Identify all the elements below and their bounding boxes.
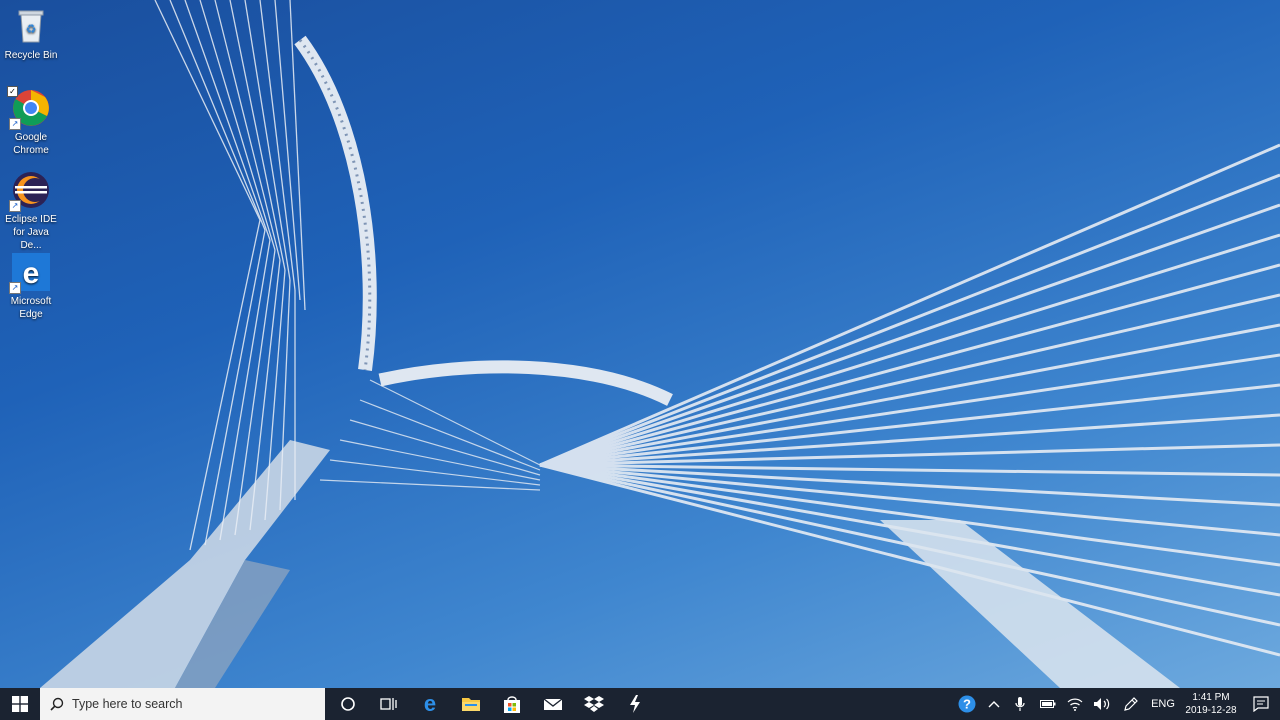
clock-time: 1:41 PM (1192, 692, 1230, 703)
clock-date: 2019-12-28 (1185, 705, 1237, 716)
recycle-bin-icon: ♻ (11, 6, 51, 46)
network-button[interactable] (1062, 688, 1088, 720)
start-button[interactable] (0, 688, 40, 720)
pen-workspace-button[interactable] (1116, 688, 1146, 720)
checkbox-icon[interactable]: ✓ (7, 86, 18, 97)
taskbar-mail-button[interactable] (532, 688, 573, 720)
svg-text:♻: ♻ (26, 22, 37, 36)
lightning-app-icon (629, 695, 640, 713)
mail-icon (543, 698, 562, 710)
taskbar-edge-button[interactable]: e (409, 688, 450, 720)
help-button[interactable]: ? (952, 688, 982, 720)
desktop-wallpaper (0, 0, 1280, 688)
svg-text:e: e (23, 257, 40, 290)
desktop-icon-label: Eclipse IDE for Java De... (5, 214, 57, 251)
edge-icon: e ↗ (9, 252, 51, 294)
task-view-button[interactable] (368, 688, 409, 720)
desktop-icon-microsoft-edge[interactable]: e ↗ Microsoft Edge (2, 250, 60, 321)
language-indicator[interactable]: ENG (1146, 688, 1180, 720)
help-icon: ? (958, 695, 976, 713)
search-placeholder: Type here to search (72, 697, 183, 711)
dropbox-icon (583, 696, 604, 712)
desktop-icon-label: Google Chrome (13, 132, 49, 156)
taskbar-store-button[interactable] (491, 688, 532, 720)
shortcut-arrow-icon: ↗ (9, 200, 21, 212)
microphone-icon (1015, 697, 1025, 711)
svg-text:e: e (423, 694, 435, 714)
chrome-icon: ✓ ↗ (7, 86, 51, 130)
clock[interactable]: 1:41 PM 2019-12-28 (1180, 688, 1242, 720)
speaker-icon (1094, 698, 1110, 710)
store-icon (503, 696, 520, 713)
desktop-icon-eclipse[interactable]: ↗ Eclipse IDE for Java De... (2, 168, 60, 252)
desktop-icon-label: Recycle Bin (4, 50, 58, 61)
task-view-icon (379, 698, 397, 710)
taskbar-lightning-app-button[interactable] (614, 688, 655, 720)
battery-button[interactable] (1034, 688, 1062, 720)
system-tray: ? ENG 1:41 PM 2019-12-28 (952, 688, 1280, 720)
wifi-icon (1067, 698, 1083, 711)
windows-logo-icon (12, 696, 28, 712)
search-input[interactable]: Type here to search (40, 688, 325, 720)
search-icon (50, 697, 64, 711)
desktop-icon-recycle-bin[interactable]: ♻ Recycle Bin (2, 4, 60, 62)
desktop-icon-label: Microsoft Edge (10, 296, 52, 320)
action-center-button[interactable] (1242, 688, 1280, 720)
cortana-button[interactable] (327, 688, 368, 720)
eclipse-icon: ↗ (9, 170, 51, 212)
shortcut-arrow-icon: ↗ (9, 118, 21, 130)
shortcut-arrow-icon: ↗ (9, 282, 21, 294)
taskbar: Type here to search e ? ENG 1:41 PM 2019… (0, 688, 1280, 720)
show-hidden-icons-button[interactable] (982, 688, 1006, 720)
chevron-up-icon (988, 701, 1000, 708)
desktop-icon-google-chrome[interactable]: ✓ ↗ Google Chrome (2, 86, 60, 157)
microphone-button[interactable] (1006, 688, 1034, 720)
svg-text:?: ? (963, 697, 971, 712)
notification-icon (1253, 696, 1269, 712)
taskbar-dropbox-button[interactable] (573, 688, 614, 720)
file-explorer-icon (461, 698, 480, 711)
cortana-icon (340, 697, 355, 711)
edge-icon: e (423, 694, 435, 714)
battery-icon (1040, 700, 1056, 708)
pen-icon (1124, 697, 1138, 711)
taskbar-file-explorer-button[interactable] (450, 688, 491, 720)
volume-button[interactable] (1088, 688, 1116, 720)
